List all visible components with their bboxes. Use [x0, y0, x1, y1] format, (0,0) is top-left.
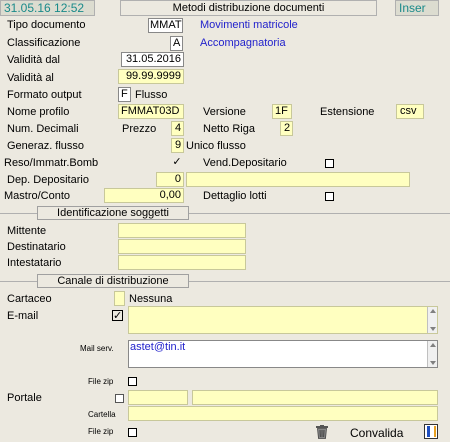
file-zip-label: File zip — [88, 375, 113, 388]
divider — [189, 281, 450, 282]
convalida-marker — [427, 426, 430, 437]
convalida-button[interactable] — [424, 424, 438, 439]
intestatario-field[interactable] — [118, 255, 246, 270]
divider — [189, 213, 450, 214]
dep-depositario-field[interactable]: 0 — [156, 172, 184, 187]
mail-serv-scrollbar[interactable] — [427, 341, 437, 367]
estensione-field[interactable]: csv — [396, 104, 424, 119]
mastro-conto-label: Mastro/Conto — [4, 190, 70, 203]
convalida-label: Convalida — [350, 427, 403, 440]
generaz-flusso-field[interactable]: 9 — [171, 138, 184, 153]
divider — [0, 281, 37, 282]
cartaceo-label: Cartaceo — [7, 293, 52, 306]
mail-serv-value: astet@tin.it — [130, 341, 185, 353]
cartella-field[interactable] — [128, 406, 438, 421]
vend-depositario-checkbox[interactable] — [325, 159, 334, 168]
email-checkbox[interactable]: ✓ — [112, 310, 123, 321]
mittente-field[interactable] — [118, 223, 246, 238]
tipo-documento-field[interactable]: MMAT — [148, 18, 183, 33]
destinatario-field[interactable] — [118, 239, 246, 254]
versione-label: Versione — [203, 106, 246, 119]
file-zip-checkbox[interactable] — [128, 377, 137, 386]
generaz-flusso-label: Generaz. flusso — [7, 140, 84, 153]
tipo-documento-desc: Movimenti matricole — [200, 19, 298, 32]
cartaceo-desc: Nessuna — [129, 293, 172, 306]
nome-profilo-field[interactable]: FMMAT03D — [118, 104, 184, 119]
dep-depositario-desc-field[interactable] — [186, 172, 410, 187]
email-label: E-mail — [7, 310, 38, 323]
mastro-conto-field[interactable]: 0,00 — [104, 188, 184, 203]
tipo-documento-label: Tipo documento — [7, 19, 85, 32]
prezzo-field[interactable]: 4 — [171, 121, 184, 136]
portale-desc-field[interactable] — [192, 390, 438, 405]
intestatario-label: Intestatario — [7, 257, 61, 270]
nome-profilo-label: Nome profilo — [7, 106, 69, 119]
cartaceo-field[interactable] — [114, 291, 125, 306]
vend-depositario-label: Vend.Depositario — [203, 157, 287, 170]
reso-checkbox[interactable]: ✓ — [172, 157, 182, 167]
dettaglio-lotti-checkbox[interactable] — [325, 192, 334, 201]
dep-depositario-label: Dep. Depositario — [7, 174, 89, 187]
generaz-flusso-desc: Unico flusso — [186, 140, 246, 153]
validita-al-label: Validità al — [7, 72, 54, 85]
formato-output-label: Formato output — [7, 89, 82, 102]
classificazione-desc: Accompagnatoria — [200, 37, 286, 50]
header-datetime: 31.05.16 12:52 — [0, 0, 95, 16]
scroll-down-icon[interactable] — [430, 361, 436, 365]
netto-riga-label: Netto Riga — [203, 123, 255, 136]
file-zip-label: File zip — [88, 425, 113, 438]
mode-indicator: Inser — [395, 0, 439, 16]
netto-riga-field[interactable]: 2 — [280, 121, 293, 136]
scroll-down-icon[interactable] — [430, 327, 436, 331]
estensione-label: Estensione — [320, 106, 374, 119]
soggetti-section-title: Identificazione soggetti — [37, 206, 189, 220]
num-decimali-label: Num. Decimali — [7, 123, 79, 136]
cartella-label: Cartella — [88, 408, 116, 421]
convalida-marker — [434, 426, 436, 437]
scroll-up-icon[interactable] — [430, 309, 436, 313]
trash-icon[interactable] — [316, 425, 328, 439]
portale-code-field[interactable] — [128, 390, 188, 405]
portale-checkbox[interactable] — [115, 394, 124, 403]
mail-serv-label: Mail serv. — [80, 342, 114, 355]
destinatario-label: Destinatario — [7, 241, 66, 254]
canale-section-title: Canale di distribuzione — [37, 274, 189, 288]
divider — [0, 213, 37, 214]
mail-serv-field[interactable]: astet@tin.it — [128, 340, 438, 368]
email-text-area[interactable] — [128, 306, 438, 334]
formato-output-desc: Flusso — [135, 89, 167, 102]
versione-field[interactable]: 1F — [272, 104, 292, 119]
email-scrollbar[interactable] — [427, 307, 437, 333]
header-title: Metodi distribuzione documenti — [120, 0, 377, 16]
mittente-label: Mittente — [7, 225, 46, 238]
validita-dal-field[interactable]: 31.05.2016 — [121, 52, 184, 67]
classificazione-field[interactable]: A — [170, 36, 183, 51]
formato-output-field[interactable]: F — [118, 87, 131, 102]
reso-label: Reso/Immatr.Bomb — [4, 157, 98, 170]
validita-al-field[interactable]: 99.99.9999 — [118, 69, 184, 84]
dettaglio-lotti-label: Dettaglio lotti — [203, 190, 267, 203]
prezzo-label: Prezzo — [122, 123, 156, 136]
scroll-up-icon[interactable] — [430, 343, 436, 347]
classificazione-label: Classificazione — [7, 37, 80, 50]
file-zip-checkbox[interactable] — [128, 428, 137, 437]
validita-dal-label: Validità dal — [7, 54, 60, 67]
portale-label: Portale — [7, 392, 42, 405]
